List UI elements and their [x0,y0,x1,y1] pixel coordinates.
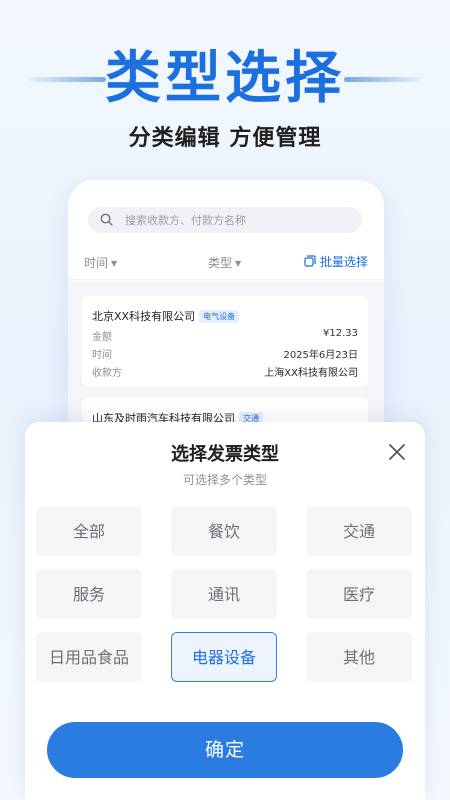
filter-time-label: 时间 [84,256,109,270]
row-value: ¥12.33 [323,328,358,339]
batch-select-button[interactable]: 批量选择 [304,253,368,270]
confirm-button[interactable]: 确定 [47,722,403,778]
filter-type-label: 类型 [208,256,233,270]
card-row-payee: 收款方 上海XX科技有限公司 [92,364,358,379]
invoice-card[interactable]: 北京XX科技有限公司 电气设备 金额 ¥12.33 时间 2025年6月23日 收… [82,296,368,386]
batch-select-icon [304,255,316,267]
card-row-time: 时间 2025年6月23日 [92,346,358,361]
search-icon [100,213,113,226]
type-option-dining[interactable]: 餐饮 [171,506,277,556]
card-category-tag: 电气设备 [199,310,240,323]
card-row-amount: 金额 ¥12.33 [92,328,358,343]
row-value: 2025年6月23日 [283,350,358,361]
sheet-title: 选择发票类型 [171,444,279,465]
filter-type[interactable]: 类型 ▼ [208,254,241,271]
type-option-other[interactable]: 其他 [306,632,412,682]
card-company: 北京XX科技有限公司 电气设备 [92,308,240,324]
type-option-daily-goods[interactable]: 日用品食品 [36,632,142,682]
hero-title-area: 类型选择 [0,44,450,114]
search-bar[interactable]: 搜索收款方、付款方名称 [88,207,362,233]
type-option-all[interactable]: 全部 [36,506,142,556]
row-label: 时间 [92,350,112,361]
row-label: 金额 [92,332,112,343]
row-label: 收款方 [92,368,122,379]
sheet-subtitle: 可选择多个类型 [182,473,267,487]
search-placeholder: 搜索收款方、付款方名称 [125,214,246,227]
type-option-telecom[interactable]: 通讯 [171,569,277,619]
filter-bar: 时间 ▼ 类型 ▼ 批量选择 [68,242,384,280]
type-option-medical[interactable]: 医疗 [306,569,412,619]
caret-down-icon: ▼ [235,259,242,268]
hero-subtitle: 分类编辑 方便管理 [128,126,322,151]
card-company-name: 北京XX科技有限公司 [92,310,196,323]
hero-decor-line-right [344,77,422,82]
type-option-service[interactable]: 服务 [36,569,142,619]
invoice-type-sheet: 选择发票类型 可选择多个类型 全部 餐饮 交通 服务 通讯 医疗 日用品食品 电… [25,422,425,800]
close-icon[interactable] [387,442,407,462]
type-option-transport[interactable]: 交通 [306,506,412,556]
row-value: 上海XX科技有限公司 [264,368,358,379]
batch-select-label: 批量选择 [319,255,368,269]
caret-down-icon: ▼ [111,259,118,268]
filter-time[interactable]: 时间 ▼ [84,254,117,271]
type-option-electrical[interactable]: 电器设备 [171,632,277,682]
